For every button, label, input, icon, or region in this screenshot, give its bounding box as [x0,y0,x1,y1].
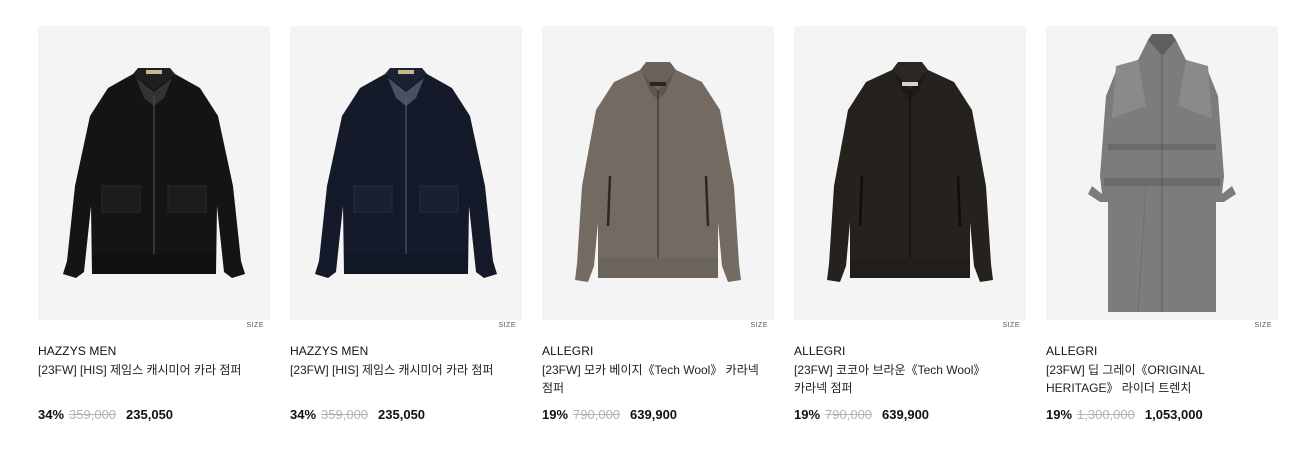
price-row: 34% 359,000 235,050 [38,407,173,423]
discount-rate: 34% [290,407,317,422]
sale-price: 235,050 [378,407,426,422]
deep-gray-trench-image [1088,34,1236,313]
sale-price: 639,900 [882,407,930,422]
product-card[interactable]: SIZE ALLEGRI [23FW] 딥 그레이《ORIGINAL HERIT… [1046,26,1278,436]
discount-rate: 19% [1046,407,1073,422]
product-brand[interactable]: ALLEGRI [542,344,593,358]
price-row: 19% 1,300,000 1,053,000 [1046,407,1203,423]
product-card[interactable]: SIZE HAZZYS MEN [23FW] [HIS] 제임스 캐시미어 카라… [38,26,270,436]
product-image[interactable] [542,26,774,320]
size-label[interactable]: SIZE [246,322,264,329]
discount-rate: 19% [794,407,821,422]
product-card[interactable]: SIZE ALLEGRI [23FW] 모카 베이지《Tech Wool》 카라… [542,26,774,436]
discount-rate: 34% [38,407,65,422]
original-price: 790,000 [573,407,621,422]
size-label[interactable]: SIZE [1002,322,1020,329]
price-row: 19% 790,000 639,900 [794,407,929,423]
product-image[interactable] [290,26,522,320]
cocoa-brown-jacket-image [827,62,993,282]
product-brand[interactable]: ALLEGRI [794,344,845,358]
black-collar-jacket-image [63,68,245,278]
product-card[interactable]: SIZE HAZZYS MEN [23FW] [HIS] 제임스 캐시미어 카라… [290,26,522,436]
product-grid: SIZE HAZZYS MEN [23FW] [HIS] 제임스 캐시미어 카라… [38,26,1280,446]
sale-price: 639,900 [630,407,678,422]
product-brand[interactable]: HAZZYS MEN [38,344,116,358]
size-label[interactable]: SIZE [1254,322,1272,329]
product-name[interactable]: [23FW] 모카 베이지《Tech Wool》 카라넥 점퍼 [542,361,762,397]
product-name[interactable]: [23FW] [HIS] 제임스 캐시미어 카라 점퍼 [290,361,510,379]
original-price: 359,000 [321,407,369,422]
product-card[interactable]: SIZE ALLEGRI [23FW] 코코아 브라운《Tech Wool》 카… [794,26,1026,436]
mocha-beige-jacket-image [575,62,741,282]
sale-price: 235,050 [126,407,174,422]
original-price: 790,000 [825,407,873,422]
price-row: 34% 359,000 235,050 [290,407,425,423]
original-price: 1,300,000 [1077,407,1135,422]
product-image[interactable] [794,26,1026,320]
discount-rate: 19% [542,407,569,422]
product-image[interactable] [1046,26,1278,320]
size-label[interactable]: SIZE [498,322,516,329]
product-name[interactable]: [23FW] 딥 그레이《ORIGINAL HERITAGE》 라이더 트렌치 [1046,361,1266,397]
navy-collar-jacket-image [315,68,497,278]
sale-price: 1,053,000 [1144,407,1203,422]
product-brand[interactable]: HAZZYS MEN [290,344,368,358]
product-name[interactable]: [23FW] [HIS] 제임스 캐시미어 카라 점퍼 [38,361,258,379]
product-name[interactable]: [23FW] 코코아 브라운《Tech Wool》 카라넥 점퍼 [794,361,1014,397]
size-label[interactable]: SIZE [750,322,768,329]
product-image[interactable] [38,26,270,320]
original-price: 359,000 [69,407,117,422]
product-brand[interactable]: ALLEGRI [1046,344,1097,358]
price-row: 19% 790,000 639,900 [542,407,677,423]
